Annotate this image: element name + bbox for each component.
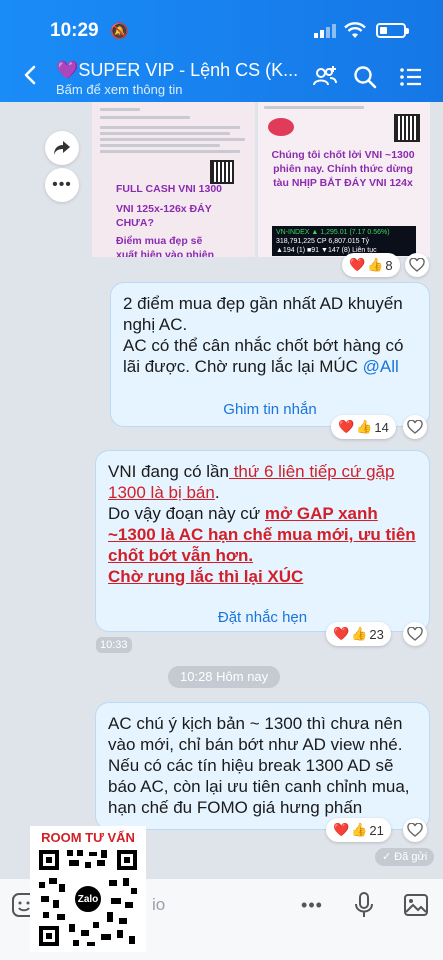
heart-outline-icon xyxy=(407,627,423,641)
group-members-icon[interactable] xyxy=(312,64,338,90)
like-button[interactable] xyxy=(403,415,427,439)
qr-finder-top-right xyxy=(117,850,137,870)
photo-left-line-1: FULL CASH VNI 1300 xyxy=(116,183,222,195)
qr-finder-top-left xyxy=(39,850,59,870)
more-actions-button[interactable]: ••• xyxy=(298,891,326,919)
bell-muted-icon: 🔕 xyxy=(110,23,129,40)
message-1-text: 2 điểm mua đẹp gần nhất AD khuyến nghị A… xyxy=(123,293,417,377)
like-button[interactable] xyxy=(403,622,427,646)
message-2-p1-plain: VNI đang có lần xyxy=(108,462,229,481)
zalo-logo: Zalo xyxy=(73,884,103,914)
photo-left[interactable]: FULL CASH VNI 1300 VNI 125x-126x ĐÁY CHƯ… xyxy=(92,102,255,257)
qr-promo-card: ROOM TƯ VẤN Zalo xyxy=(30,826,146,952)
sent-status: ✓ Đã gửi xyxy=(375,848,435,866)
reaction-badge-1[interactable]: ❤️ 👍 14 xyxy=(331,415,396,439)
image-icon xyxy=(404,894,428,916)
ticker-line-2: 318,791,225 CP 6,807.015 Tỷ xyxy=(276,238,370,245)
signal-icon xyxy=(314,24,336,38)
chat-title[interactable]: 💜SUPER VIP - Lệnh CS (K... xyxy=(56,60,298,81)
heart-reaction-icon: ❤️ xyxy=(338,419,355,434)
message-list[interactable]: ••• FULL CASH VNI 1300 VNI 125x-126x ĐÁY… xyxy=(0,102,443,878)
qr-code-image: Zalo xyxy=(37,848,139,948)
forward-button[interactable] xyxy=(45,131,79,165)
message-bubble-3[interactable]: AC chú ý kịch bản ~ 1300 thì chưa nên và… xyxy=(95,702,430,830)
photo-left-line-2: VNI 125x-126x ĐÁY CHƯA? xyxy=(116,203,212,229)
thumbs-up-reaction-icon: 👍 xyxy=(367,257,384,272)
thumbs-up-reaction-icon: 👍 xyxy=(356,419,373,434)
mention-all[interactable]: @All xyxy=(363,357,399,376)
date-separator: 10:28 Hôm nay xyxy=(168,666,281,688)
share-arrow-icon xyxy=(54,141,70,155)
microphone-icon xyxy=(355,892,373,917)
photo-right[interactable]: Chúng tôi chốt lời VNI ~1300 phiên nay. … xyxy=(258,102,430,257)
battery-icon xyxy=(376,23,409,38)
more-dots-icon: ••• xyxy=(52,176,72,193)
ticker-line-1: VN-INDEX ▲ 1,295.01 (7.17 0.56%) xyxy=(276,229,390,236)
reaction-badge-2[interactable]: ❤️ 👍 23 xyxy=(326,622,391,646)
reaction-count: 21 xyxy=(369,822,384,838)
like-button[interactable] xyxy=(403,818,427,842)
heart-reaction-icon: ❤️ xyxy=(333,822,350,837)
mini-qr-image xyxy=(210,160,234,184)
heart-outline-icon xyxy=(407,823,423,837)
reaction-badge-3[interactable]: ❤️ 👍 21 xyxy=(326,818,391,842)
vnindex-ticker: VN-INDEX ▲ 1,295.01 (7.17 0.56%) 318,791… xyxy=(272,226,416,256)
thumbs-up-reaction-icon: 👍 xyxy=(351,626,368,641)
status-time: 10:29 xyxy=(50,20,99,41)
reaction-count: 14 xyxy=(374,419,389,435)
message-2-p1-end: . xyxy=(214,483,220,502)
message-input[interactable]: io xyxy=(152,895,165,915)
menu-list-icon[interactable] xyxy=(398,64,424,90)
qr-finder-bottom-left xyxy=(39,926,59,946)
ellipsis-icon: ••• xyxy=(301,894,323,915)
message-2-p3-highlight: Chờ rung lắc thì lại XÚC xyxy=(108,567,304,586)
photo-collage[interactable]: FULL CASH VNI 1300 VNI 125x-126x ĐÁY CHƯ… xyxy=(92,102,430,257)
message-2-text: VNI đang có lần thứ 6 liên tiếp cứ gặp 1… xyxy=(108,461,417,587)
reaction-badge-photos[interactable]: ❤️ 👍 8 xyxy=(342,253,400,277)
photo-left-line-3: Điểm mua đẹp sẽ xuất hiện vào phiên mai? xyxy=(116,235,215,257)
message-bubble-1[interactable]: 2 điểm mua đẹp gần nhất AD khuyến nghị A… xyxy=(110,282,430,427)
brand-logo xyxy=(268,118,294,136)
message-time: 10:33 xyxy=(96,637,132,653)
voice-button[interactable] xyxy=(350,891,378,919)
wifi-icon xyxy=(344,22,366,38)
more-options-button[interactable]: ••• xyxy=(45,168,79,202)
message-1-line-1: 2 điểm mua đẹp gần nhất AD khuyến nghị A… xyxy=(123,294,403,334)
chat-header: 10:29 🔕 💜SUPER VIP - Lệnh CS (K... Bấm đ… xyxy=(0,0,443,102)
photo-right-text: Chúng tôi chốt lời VNI ~1300 phiên nay. … xyxy=(271,149,415,189)
search-icon[interactable] xyxy=(352,64,378,90)
reaction-count: 8 xyxy=(385,257,393,273)
back-button[interactable] xyxy=(20,64,42,86)
heart-outline-icon xyxy=(409,258,425,272)
message-1-line-2: AC có thể cân nhắc chốt bớt hàng có lãi … xyxy=(123,336,404,376)
reaction-count: 23 xyxy=(369,626,384,642)
mini-qr-image xyxy=(394,114,420,142)
heart-reaction-icon: ❤️ xyxy=(333,626,350,641)
message-2-p2-plain: Do vậy đoạn này cứ xyxy=(108,504,265,523)
heart-reaction-icon: ❤️ xyxy=(349,257,366,272)
qr-card-title: ROOM TƯ VẤN xyxy=(41,830,135,845)
heart-outline-icon xyxy=(407,420,423,434)
message-bubble-2[interactable]: VNI đang có lần thứ 6 liên tiếp cứ gặp 1… xyxy=(95,450,430,632)
like-button[interactable] xyxy=(405,253,429,277)
chat-subtitle[interactable]: Bấm để xem thông tin xyxy=(56,82,182,97)
image-picker-button[interactable] xyxy=(402,891,430,919)
thumbs-up-reaction-icon: 👍 xyxy=(351,822,368,837)
status-bar: 10:29 🔕 xyxy=(0,18,443,44)
message-3-text: AC chú ý kịch bản ~ 1300 thì chưa nên và… xyxy=(108,714,410,817)
